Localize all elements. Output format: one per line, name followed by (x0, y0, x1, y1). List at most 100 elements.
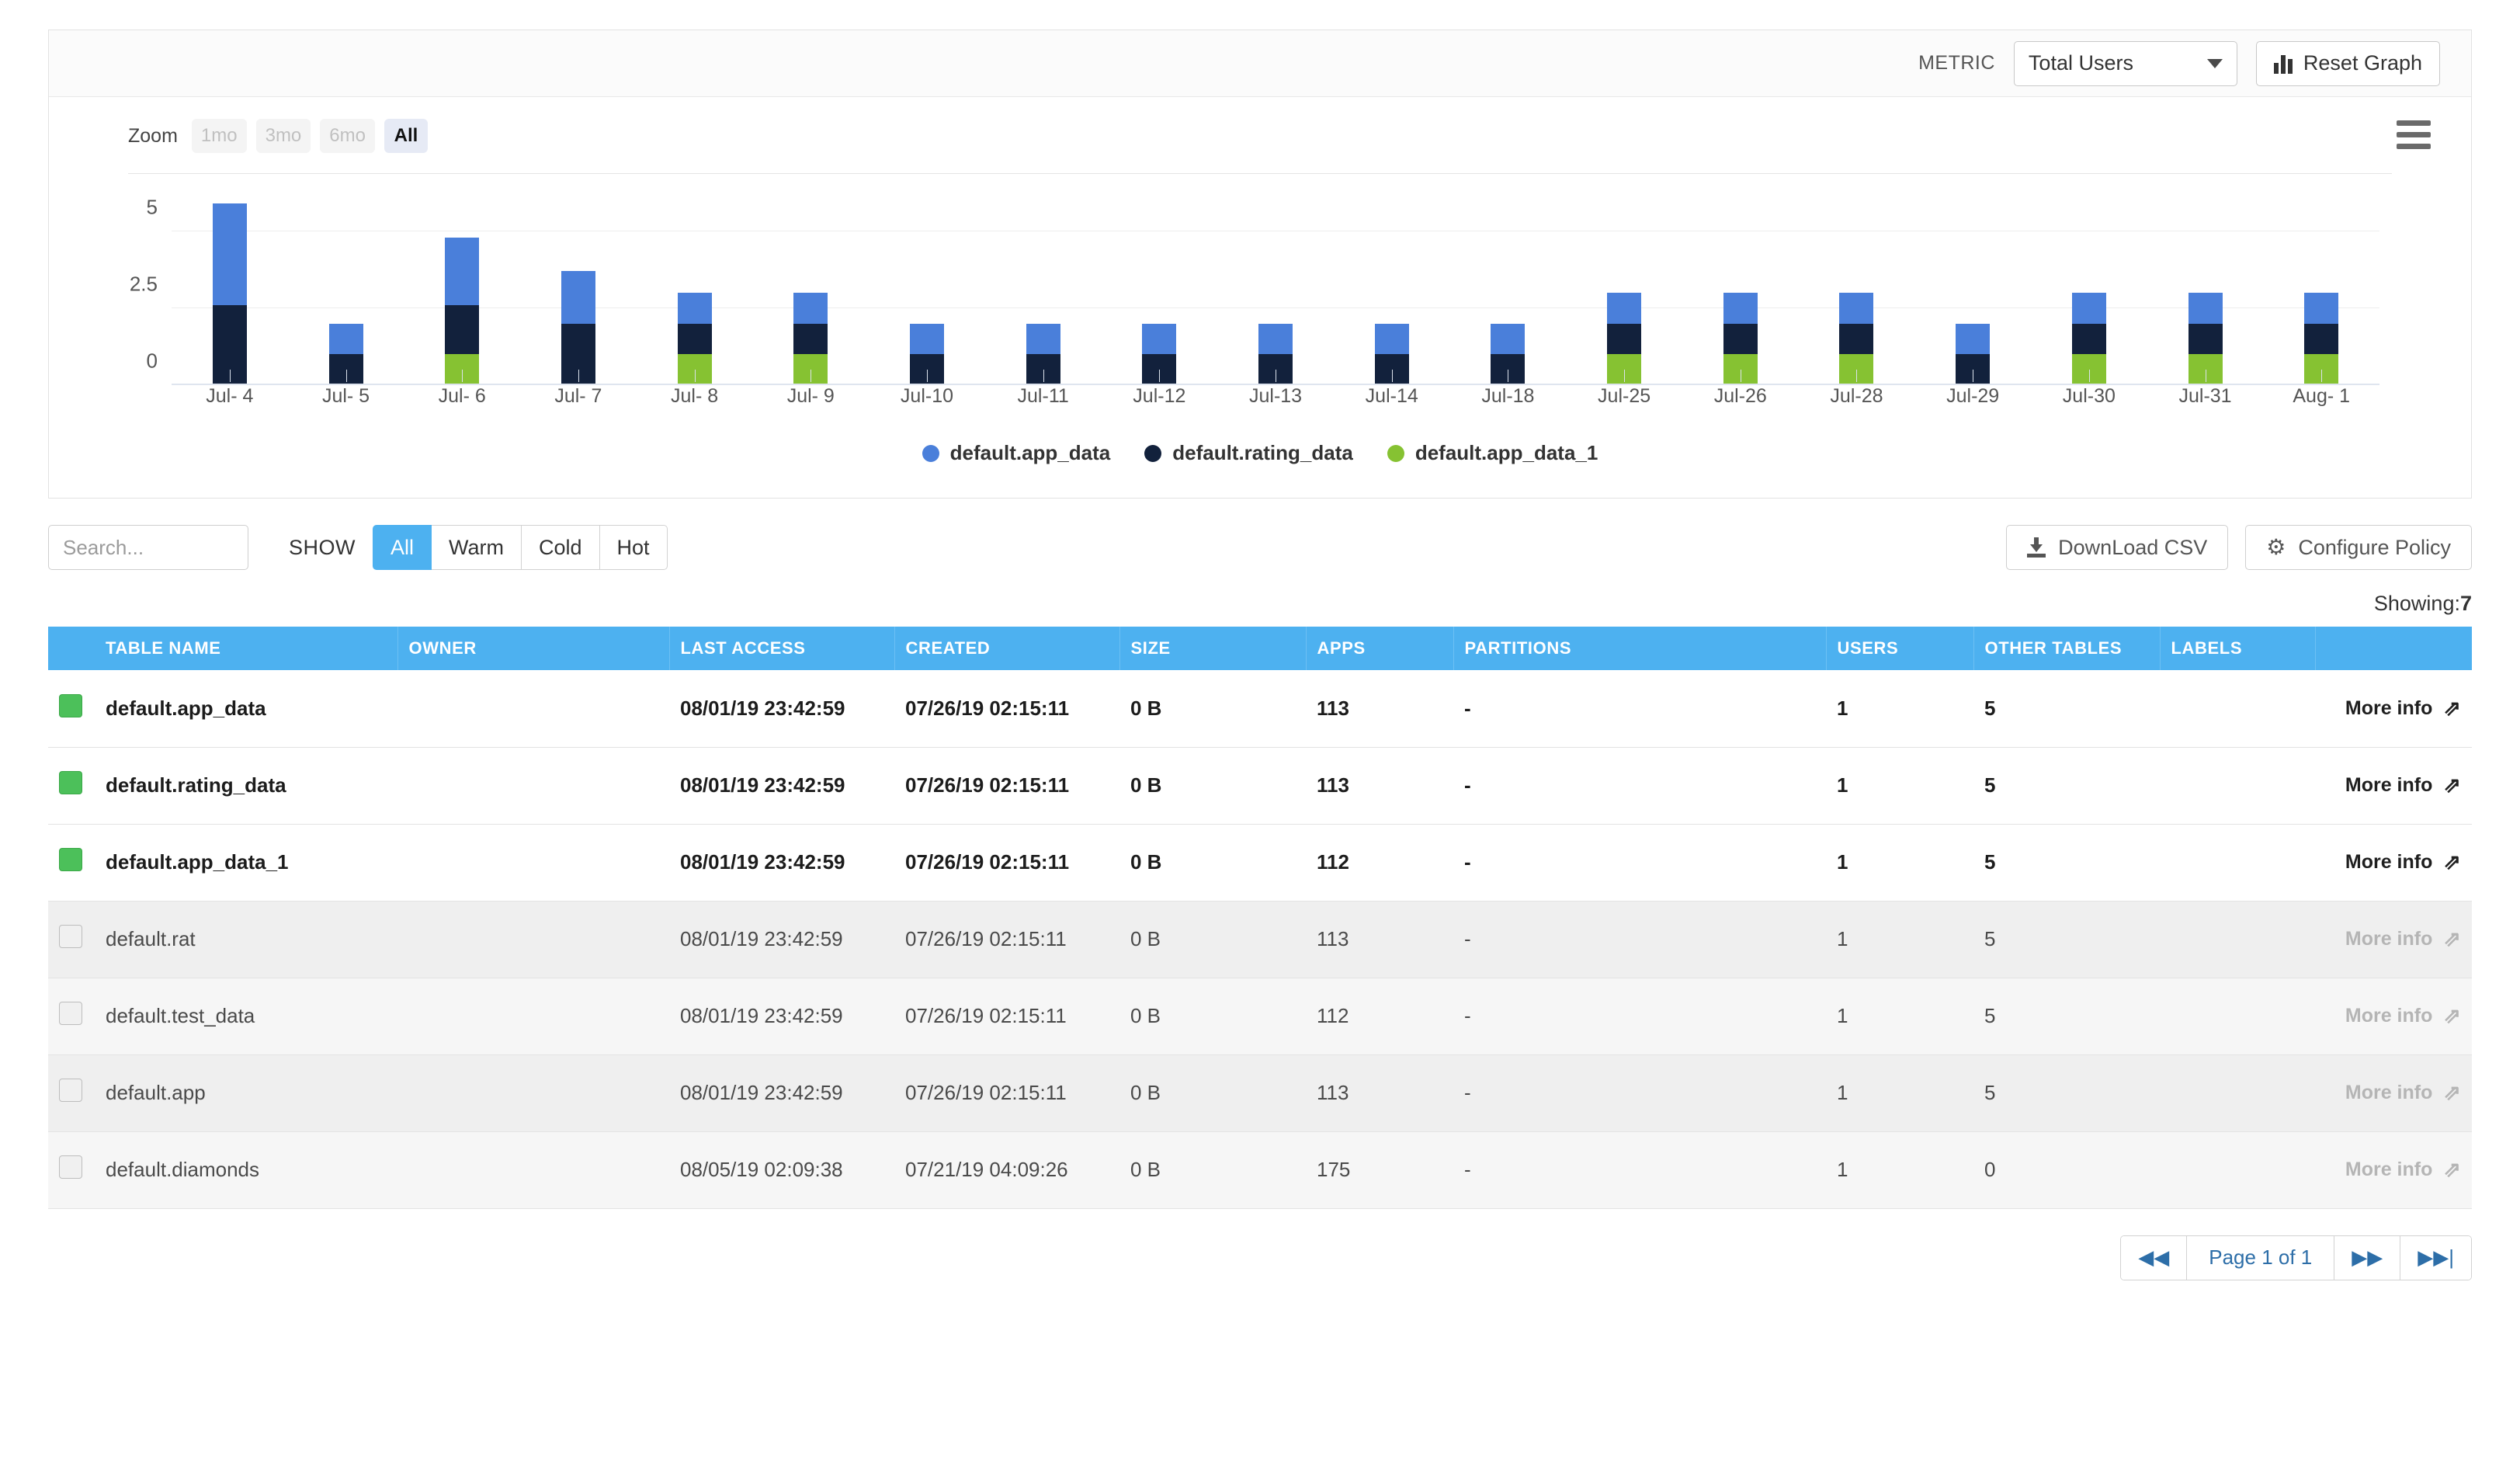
created-cell: 07/26/19 02:15:11 (894, 1054, 1119, 1132)
zoom-range-3mo[interactable]: 3mo (255, 119, 311, 153)
column-labels[interactable]: LABELS (2160, 627, 2316, 670)
row-checkbox-cell[interactable] (48, 901, 95, 978)
download-csv-button[interactable]: DownLoad CSV (2006, 525, 2229, 570)
row-checkbox-cell[interactable] (48, 978, 95, 1055)
bar-slot (2031, 188, 2147, 385)
temperature-filter-group: All Warm Cold Hot (373, 525, 668, 570)
created-cell: 07/26/19 02:15:11 (894, 670, 1119, 748)
row-checkbox-cell[interactable] (48, 670, 95, 748)
table-row[interactable]: default.rat 08/01/19 23:42:59 07/26/19 02:… (48, 901, 2472, 978)
row-checkbox-cell[interactable] (48, 824, 95, 902)
tables-list: TABLE NAME OWNER LAST ACCESS CREATED SIZ… (48, 627, 2472, 1209)
stacked-bar[interactable] (561, 271, 595, 385)
more-info-link[interactable]: More info ⇗ (2326, 928, 2461, 950)
checkbox-unchecked-icon[interactable] (59, 1079, 82, 1102)
table-name-cell: default.app_data_1 (95, 824, 397, 902)
more-info-label: More info (2345, 1159, 2433, 1180)
partitions-cell: - (1453, 1054, 1826, 1132)
table-row[interactable]: default.app 08/01/19 23:42:59 07/26/19 02:… (48, 1054, 2472, 1132)
table-row[interactable]: default.test_data 08/01/19 23:42:59 07/26/… (48, 978, 2472, 1055)
showing-label: Showing: (2373, 592, 2460, 615)
column-select-all[interactable] (48, 627, 95, 670)
apps-cell: 113 (1306, 670, 1453, 748)
checkbox-unchecked-icon[interactable] (59, 925, 82, 948)
legend-item[interactable]: default.rating_data (1144, 441, 1353, 465)
more-info-link[interactable]: More info ⇗ (2326, 1005, 2461, 1027)
last-page-button[interactable]: ▶▶| (2400, 1235, 2471, 1280)
reset-graph-button[interactable]: Reset Graph (2255, 40, 2440, 86)
checkbox-checked-icon[interactable] (59, 848, 82, 871)
more-info-label: More info (2345, 1005, 2433, 1027)
column-owner[interactable]: OWNER (397, 627, 670, 670)
column-size[interactable]: SIZE (1119, 627, 1307, 670)
size-cell: 0 B (1119, 670, 1306, 748)
filter-cold-button[interactable]: Cold (522, 525, 600, 570)
row-checkbox-cell[interactable] (48, 1131, 95, 1209)
checkbox-checked-icon[interactable] (59, 693, 82, 717)
more-info-cell[interactable]: More info ⇗ (2315, 1131, 2472, 1209)
more-info-cell[interactable]: More info ⇗ (2315, 901, 2472, 978)
bar-segment (2304, 292, 2339, 324)
more-info-label: More info (2345, 851, 2433, 873)
toolbar-divider (128, 173, 2392, 174)
more-info-cell[interactable]: More info ⇗ (2315, 747, 2472, 825)
row-checkbox-cell[interactable] (48, 1054, 95, 1132)
legend-item[interactable]: default.app_data_1 (1387, 441, 1598, 465)
zoom-range-1mo[interactable]: 1mo (191, 119, 247, 153)
column-apps[interactable]: APPS (1306, 627, 1454, 670)
filter-warm-button[interactable]: Warm (432, 525, 522, 570)
x-axis-label: Jul- 7 (520, 370, 637, 421)
graph-body: Zoom 1mo 3mo 6mo All 0 2.5 5 Jul- 4 Jul- 5J… (49, 97, 2471, 498)
bar-slot (1799, 188, 1915, 385)
y-axis-tick: 2.5 (129, 272, 158, 296)
x-axis-label: Jul-13 (1217, 370, 1334, 421)
last-access-cell: 08/01/19 23:42:59 (669, 747, 894, 825)
checkbox-unchecked-icon[interactable] (59, 1155, 82, 1179)
more-info-cell[interactable]: More info ⇗ (2315, 824, 2472, 902)
bar-segment (561, 271, 595, 324)
chart-plot-area: 0 2.5 5 Jul- 4 Jul- 5 Jul- 6 Jul- 7 Jul- 8 Jul-… (80, 188, 2440, 421)
configure-policy-button[interactable]: ⚙ Configure Policy (2245, 525, 2472, 570)
more-info-cell[interactable]: More info ⇗ (2315, 978, 2472, 1055)
table-row[interactable]: default.app_data_1 08/01/19 23:42:59 07/26… (48, 824, 2472, 902)
more-info-link[interactable]: More info ⇗ (2326, 1159, 2461, 1181)
checkbox-unchecked-icon[interactable] (59, 1002, 82, 1025)
stacked-bar[interactable] (445, 237, 480, 385)
first-page-button[interactable]: ◀◀ (2121, 1235, 2188, 1280)
zoom-range-6mo[interactable]: 6mo (320, 119, 375, 153)
row-checkbox-cell[interactable] (48, 747, 95, 825)
chart-menu-icon[interactable] (2397, 120, 2431, 149)
column-created[interactable]: CREATED (894, 627, 1120, 670)
more-info-link[interactable]: More info ⇗ (2326, 851, 2461, 874)
column-table-name[interactable]: TABLE NAME (95, 627, 398, 670)
table-row[interactable]: default.app_data 08/01/19 23:42:59 07/26/1… (48, 670, 2472, 748)
more-info-link[interactable]: More info ⇗ (2326, 697, 2461, 720)
next-page-button[interactable]: ▶▶ (2334, 1235, 2401, 1280)
y-axis-tick: 0 (146, 349, 158, 373)
zoom-range-all[interactable]: All (384, 119, 428, 153)
stacked-bar[interactable] (212, 203, 247, 385)
more-info-cell[interactable]: More info ⇗ (2315, 1054, 2472, 1132)
filter-all-button[interactable]: All (373, 525, 432, 570)
other-tables-cell: 5 (1973, 901, 2160, 978)
legend-item[interactable]: default.app_data (922, 441, 1110, 465)
external-link-icon: ⇗ (2443, 850, 2461, 874)
column-users[interactable]: USERS (1826, 627, 1974, 670)
metric-select[interactable]: Total Users (2013, 40, 2237, 86)
checkbox-checked-icon[interactable] (59, 771, 82, 794)
column-last-access[interactable]: LAST ACCESS (669, 627, 895, 670)
more-info-link[interactable]: More info ⇗ (2326, 1082, 2461, 1104)
table-row[interactable]: default.rating_data 08/01/19 23:42:59 07/2… (48, 747, 2472, 825)
search-input[interactable] (48, 525, 248, 570)
other-tables-cell: 0 (1973, 1131, 2160, 1209)
column-other-tables[interactable]: OTHER TABLES (1973, 627, 2161, 670)
more-info-link[interactable]: More info ⇗ (2326, 774, 2461, 797)
filter-hot-button[interactable]: Hot (599, 525, 668, 570)
bar-slot (172, 188, 288, 385)
bar-segment (1026, 323, 1060, 355)
column-partitions[interactable]: PARTITIONS (1453, 627, 1827, 670)
more-info-cell[interactable]: More info ⇗ (2315, 670, 2472, 748)
table-explorer-page: METRIC Total Users Reset Graph Zoom 1mo … (0, 0, 2520, 1480)
table-row[interactable]: default.diamonds 08/05/19 02:09:38 07/21/1… (48, 1131, 2472, 1209)
column-actions (2315, 627, 2472, 670)
